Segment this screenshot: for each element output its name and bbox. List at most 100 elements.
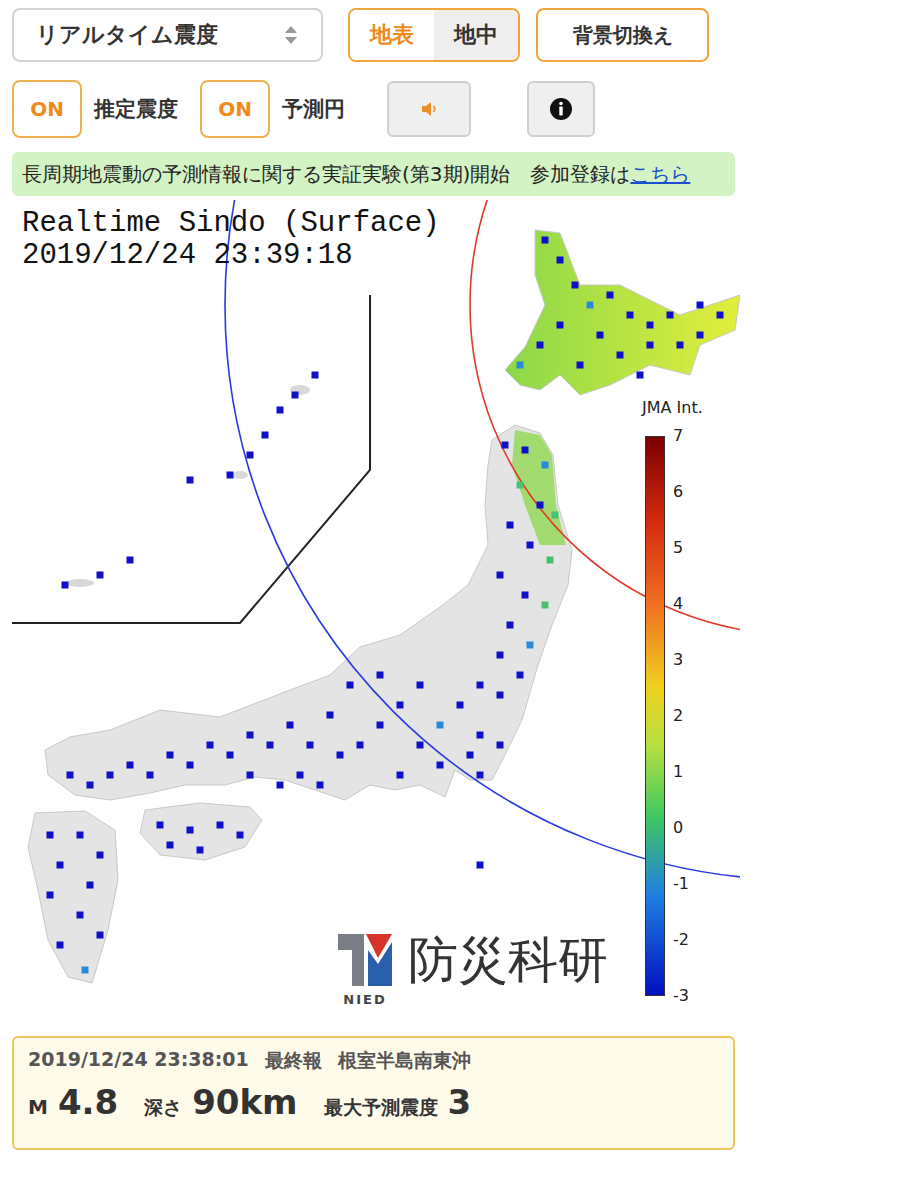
station-marker[interactable] <box>677 342 684 349</box>
station-marker[interactable] <box>542 602 549 609</box>
info-button[interactable] <box>527 81 595 137</box>
station-marker[interactable] <box>262 432 269 439</box>
station-marker[interactable] <box>467 752 474 759</box>
station-marker[interactable] <box>667 312 674 319</box>
station-marker[interactable] <box>397 702 404 709</box>
station-marker[interactable] <box>247 732 254 739</box>
station-marker[interactable] <box>537 502 544 509</box>
station-marker[interactable] <box>167 752 174 759</box>
station-marker[interactable] <box>97 572 104 579</box>
station-marker[interactable] <box>517 672 524 679</box>
station-marker[interactable] <box>62 582 69 589</box>
station-marker[interactable] <box>477 682 484 689</box>
station-marker[interactable] <box>552 512 559 519</box>
toggle-button[interactable]: ON <box>12 80 82 138</box>
station-marker[interactable] <box>337 752 344 759</box>
station-marker[interactable] <box>697 332 704 339</box>
station-marker[interactable] <box>502 442 509 449</box>
station-marker[interactable] <box>227 472 234 479</box>
station-marker[interactable] <box>697 302 704 309</box>
station-marker[interactable] <box>327 712 334 719</box>
station-marker[interactable] <box>187 477 194 484</box>
station-marker[interactable] <box>87 882 94 889</box>
station-marker[interactable] <box>357 742 364 749</box>
station-marker[interactable] <box>647 342 654 349</box>
station-marker[interactable] <box>77 912 84 919</box>
station-marker[interactable] <box>187 762 194 769</box>
station-marker[interactable] <box>67 772 74 779</box>
station-marker[interactable] <box>197 847 204 854</box>
station-marker[interactable] <box>127 762 134 769</box>
station-marker[interactable] <box>312 372 319 379</box>
station-marker[interactable] <box>537 342 544 349</box>
station-marker[interactable] <box>542 462 549 469</box>
station-marker[interactable] <box>97 852 104 859</box>
station-marker[interactable] <box>377 722 384 729</box>
station-marker[interactable] <box>637 372 644 379</box>
station-marker[interactable] <box>527 642 534 649</box>
station-marker[interactable] <box>107 772 114 779</box>
station-marker[interactable] <box>417 682 424 689</box>
mode-select[interactable]: リアルタイム震度 <box>12 8 323 62</box>
station-marker[interactable] <box>47 892 54 899</box>
station-marker[interactable] <box>497 742 504 749</box>
station-marker[interactable] <box>237 832 244 839</box>
station-marker[interactable] <box>287 722 294 729</box>
station-marker[interactable] <box>227 752 234 759</box>
station-marker[interactable] <box>277 407 284 414</box>
station-marker[interactable] <box>457 702 464 709</box>
station-marker[interactable] <box>87 782 94 789</box>
station-marker[interactable] <box>417 742 424 749</box>
station-marker[interactable] <box>522 447 529 454</box>
layer-tab[interactable]: 地中 <box>434 10 518 60</box>
station-marker[interactable] <box>547 557 554 564</box>
station-marker[interactable] <box>517 482 524 489</box>
station-marker[interactable] <box>97 932 104 939</box>
station-marker[interactable] <box>307 742 314 749</box>
station-marker[interactable] <box>397 772 404 779</box>
station-marker[interactable] <box>292 392 299 399</box>
station-marker[interactable] <box>437 722 444 729</box>
station-marker[interactable] <box>207 742 214 749</box>
layer-tab[interactable]: 地表 <box>350 10 434 60</box>
station-marker[interactable] <box>82 967 89 974</box>
station-marker[interactable] <box>497 652 504 659</box>
station-marker[interactable] <box>627 312 634 319</box>
station-marker[interactable] <box>147 772 154 779</box>
station-marker[interactable] <box>187 827 194 834</box>
station-marker[interactable] <box>477 862 484 869</box>
station-marker[interactable] <box>377 672 384 679</box>
station-marker[interactable] <box>247 772 254 779</box>
station-marker[interactable] <box>297 772 304 779</box>
station-marker[interactable] <box>217 822 224 829</box>
station-marker[interactable] <box>527 542 534 549</box>
station-marker[interactable] <box>47 832 54 839</box>
station-marker[interactable] <box>477 732 484 739</box>
station-marker[interactable] <box>437 762 444 769</box>
station-marker[interactable] <box>157 822 164 829</box>
station-marker[interactable] <box>57 862 64 869</box>
station-marker[interactable] <box>477 772 484 779</box>
station-marker[interactable] <box>57 942 64 949</box>
station-marker[interactable] <box>522 592 529 599</box>
station-marker[interactable] <box>587 302 594 309</box>
toggle-button[interactable]: ON <box>200 80 270 138</box>
station-marker[interactable] <box>617 352 624 359</box>
station-marker[interactable] <box>542 237 549 244</box>
station-marker[interactable] <box>647 322 654 329</box>
background-switch-button[interactable]: 背景切換え <box>536 8 709 62</box>
sound-button[interactable] <box>387 81 471 137</box>
station-marker[interactable] <box>572 282 579 289</box>
station-marker[interactable] <box>517 362 524 369</box>
station-marker[interactable] <box>267 742 274 749</box>
station-marker[interactable] <box>717 312 724 319</box>
station-marker[interactable] <box>127 557 134 564</box>
station-marker[interactable] <box>607 292 614 299</box>
station-marker[interactable] <box>557 257 564 264</box>
banner-link[interactable]: こちら <box>630 162 690 186</box>
station-marker[interactable] <box>167 842 174 849</box>
station-marker[interactable] <box>577 362 584 369</box>
station-marker[interactable] <box>247 452 254 459</box>
station-marker[interactable] <box>507 622 514 629</box>
station-marker[interactable] <box>557 322 564 329</box>
